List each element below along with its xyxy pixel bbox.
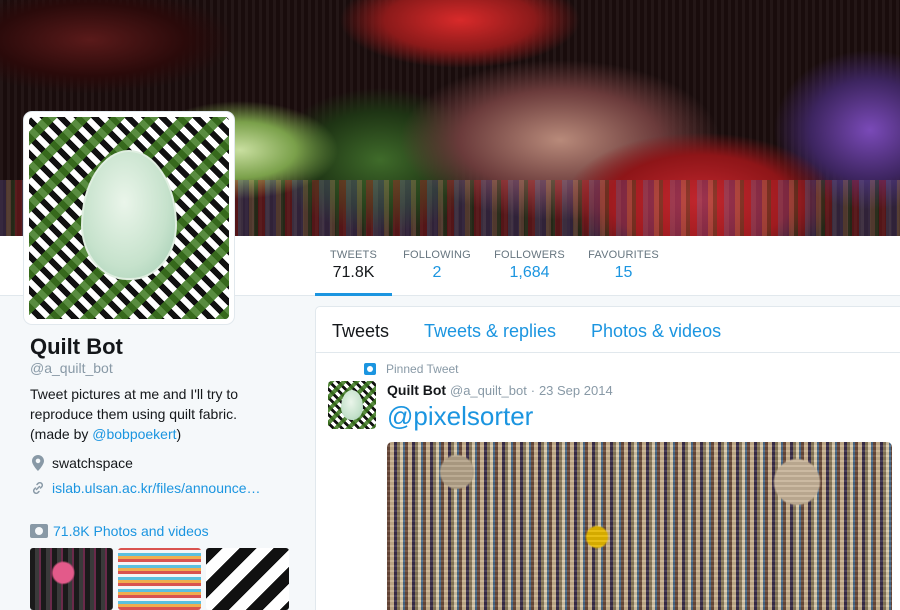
tweet-timestamp[interactable]: 23 Sep 2014	[539, 383, 613, 398]
profile-handle[interactable]: @a_quilt_bot	[30, 360, 113, 376]
pinned-text: Pinned Tweet	[386, 362, 459, 376]
bio-end: )	[176, 426, 182, 442]
bio-mention-link[interactable]: @bobpoekert	[92, 426, 176, 442]
link-icon	[30, 480, 46, 496]
tweet-media-image[interactable]	[387, 442, 892, 610]
stat-following[interactable]: FOLLOWING 2	[401, 236, 473, 296]
tweet-author-handle[interactable]: @a_quilt_bot	[450, 383, 527, 398]
tweet-author-name[interactable]: Quilt Bot	[387, 382, 446, 398]
pin-icon	[364, 363, 376, 375]
stat-followers-value: 1,684	[509, 264, 550, 281]
stat-followers-label: FOLLOWERS	[494, 249, 565, 261]
profile-avatar[interactable]	[24, 112, 234, 324]
stat-tweets-value: 71.8K	[332, 264, 375, 281]
egg-icon	[341, 390, 363, 420]
egg-icon	[81, 150, 177, 280]
camera-icon	[30, 524, 48, 538]
tweet-text-mention[interactable]: @pixelsorter	[387, 401, 533, 432]
tweet-separator: ·	[530, 383, 536, 398]
stat-following-label: FOLLOWING	[403, 249, 471, 261]
tweet-avatar[interactable]	[328, 381, 376, 429]
tab-tweets-replies[interactable]: Tweets & replies	[424, 321, 556, 342]
photos-videos-link[interactable]: 71.8K Photos and videos	[30, 523, 209, 539]
map-pin-icon	[30, 455, 46, 471]
stat-favourites-value: 15	[614, 264, 633, 281]
profile-location: swatchspace	[30, 455, 133, 471]
quilt-pattern	[29, 117, 229, 319]
stat-tweets[interactable]: TWEETS 71.8K	[315, 236, 392, 296]
pinned-tweet-label: Pinned Tweet	[364, 362, 459, 376]
tweet-header: Quilt Bot @a_quilt_bot · 23 Sep 2014	[387, 382, 613, 398]
media-thumbnail[interactable]	[30, 548, 113, 610]
media-thumbnail[interactable]	[206, 548, 289, 610]
stat-following-value: 2	[432, 264, 442, 281]
timeline: Tweets Tweets & replies Photos & videos …	[315, 306, 900, 610]
profile-name[interactable]: Quilt Bot	[30, 334, 123, 360]
stat-favourites[interactable]: FAVOURITES 15	[586, 236, 661, 296]
profile-bio: Tweet pictures at me and I'll try to rep…	[30, 384, 280, 444]
profile-url: islab.ulsan.ac.kr/files/announce…	[30, 480, 261, 496]
stat-favourites-label: FAVOURITES	[588, 249, 659, 261]
location-text: swatchspace	[52, 455, 133, 471]
tab-tweets[interactable]: Tweets	[332, 321, 389, 342]
tab-photos-videos[interactable]: Photos & videos	[591, 321, 721, 342]
stat-followers[interactable]: FOLLOWERS 1,684	[492, 236, 567, 296]
photos-videos-label: 71.8K Photos and videos	[53, 523, 209, 539]
stat-tweets-label: TWEETS	[329, 249, 378, 261]
timeline-tabs: Tweets Tweets & replies Photos & videos	[316, 307, 900, 353]
url-link[interactable]: islab.ulsan.ac.kr/files/announce…	[52, 480, 261, 496]
media-thumbnail[interactable]	[118, 548, 201, 610]
